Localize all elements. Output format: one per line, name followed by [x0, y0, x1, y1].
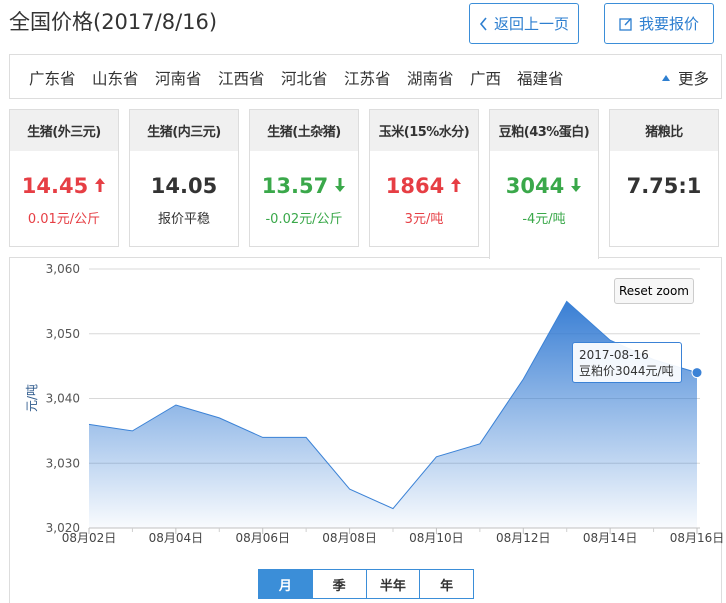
tooltip-date: 2017-08-16	[579, 348, 649, 362]
card-title: 豆粕(43%蛋白)	[490, 110, 598, 151]
price-card-pig-outer[interactable]: 生猪(外三元) 14.45 0.01元/公斤	[9, 109, 119, 247]
range-tabs: 月 季 半年 年	[258, 569, 474, 599]
tab-month[interactable]: 月	[259, 570, 313, 598]
card-value-text: 7.75:1	[626, 174, 702, 198]
chart-tooltip: 2017-08-16 豆粕价3044元/吨	[572, 342, 682, 383]
price-card-pig-grain-ratio[interactable]: 猪粮比 7.75:1	[609, 109, 719, 247]
tab-year[interactable]: 年	[420, 570, 473, 598]
tooltip-value: 豆粕价3044元/吨	[579, 364, 674, 378]
province-filter-bar: 广东省 山东省 河南省 江西省 河北省 江苏省 湖南省 广西 福建省 更多	[9, 54, 722, 99]
tab-quarter[interactable]: 季	[313, 570, 367, 598]
card-value: 14.05	[130, 174, 238, 198]
price-card-corn[interactable]: 玉米(15%水分) 1864 3元/吨	[369, 109, 479, 247]
arrow-down-icon	[334, 174, 346, 198]
arrow-up-icon	[94, 174, 106, 198]
province-jiangxi[interactable]: 江西省	[218, 67, 265, 89]
report-price-label: 我要报价	[638, 15, 699, 33]
province-hebei[interactable]: 河北省	[281, 67, 328, 89]
card-value-text: 14.45	[21, 174, 89, 198]
card-title: 猪粮比	[610, 110, 718, 151]
card-value-text: 13.57	[261, 174, 329, 198]
province-guangxi[interactable]: 广西	[470, 67, 501, 89]
arrow-down-icon	[570, 174, 582, 198]
card-value-text: 1864	[385, 174, 445, 198]
card-title: 玉米(15%水分)	[370, 110, 478, 151]
more-provinces-button[interactable]: 更多	[661, 67, 709, 89]
card-title: 生猪(外三元)	[10, 110, 118, 151]
card-title: 生猪(土杂猪)	[250, 110, 358, 151]
edit-icon	[619, 17, 633, 31]
card-change: -4元/吨	[522, 212, 566, 227]
tab-half-year[interactable]: 半年	[367, 570, 421, 598]
card-value: 3044	[490, 174, 598, 198]
card-change: 0.01元/公斤	[27, 212, 101, 227]
card-value: 14.45	[10, 174, 118, 198]
province-fujian[interactable]: 福建省	[517, 67, 564, 89]
province-hunan[interactable]: 湖南省	[407, 67, 454, 89]
province-shandong[interactable]: 山东省	[92, 67, 139, 89]
back-button[interactable]: 返回上一页	[469, 3, 579, 44]
arrow-up-icon	[450, 174, 462, 198]
price-card-pig-local[interactable]: 生猪(土杂猪) 13.57 -0.02元/公斤	[249, 109, 359, 247]
card-title: 生猪(内三元)	[130, 110, 238, 151]
card-value: 1864	[370, 174, 478, 198]
card-change: -0.02元/公斤	[265, 212, 343, 227]
report-price-button[interactable]: 我要报价	[604, 3, 714, 44]
price-card-pig-inner[interactable]: 生猪(内三元) 14.05 报价平稳	[129, 109, 239, 247]
chevron-left-icon	[479, 16, 488, 31]
card-value: 13.57	[250, 174, 358, 198]
card-change: 3元/吨	[404, 212, 444, 227]
province-henan[interactable]: 河南省	[155, 67, 202, 89]
price-chart-panel	[9, 257, 722, 603]
card-value-text: 14.05	[150, 174, 218, 198]
province-guangdong[interactable]: 广东省	[29, 67, 76, 89]
province-jiangsu[interactable]: 江苏省	[344, 67, 391, 89]
card-value-text: 3044	[505, 174, 565, 198]
back-button-label: 返回上一页	[493, 15, 569, 33]
price-card-soymeal[interactable]: 豆粕(43%蛋白) 3044 -4元/吨	[489, 109, 599, 259]
reset-zoom-button[interactable]: Reset zoom	[614, 278, 694, 304]
card-value: 7.75:1	[610, 174, 718, 198]
page-title: 全国价格(2017/8/16)	[9, 10, 218, 34]
card-change: 报价平稳	[157, 212, 210, 227]
more-label: 更多	[677, 70, 709, 88]
caret-up-icon	[661, 75, 670, 81]
